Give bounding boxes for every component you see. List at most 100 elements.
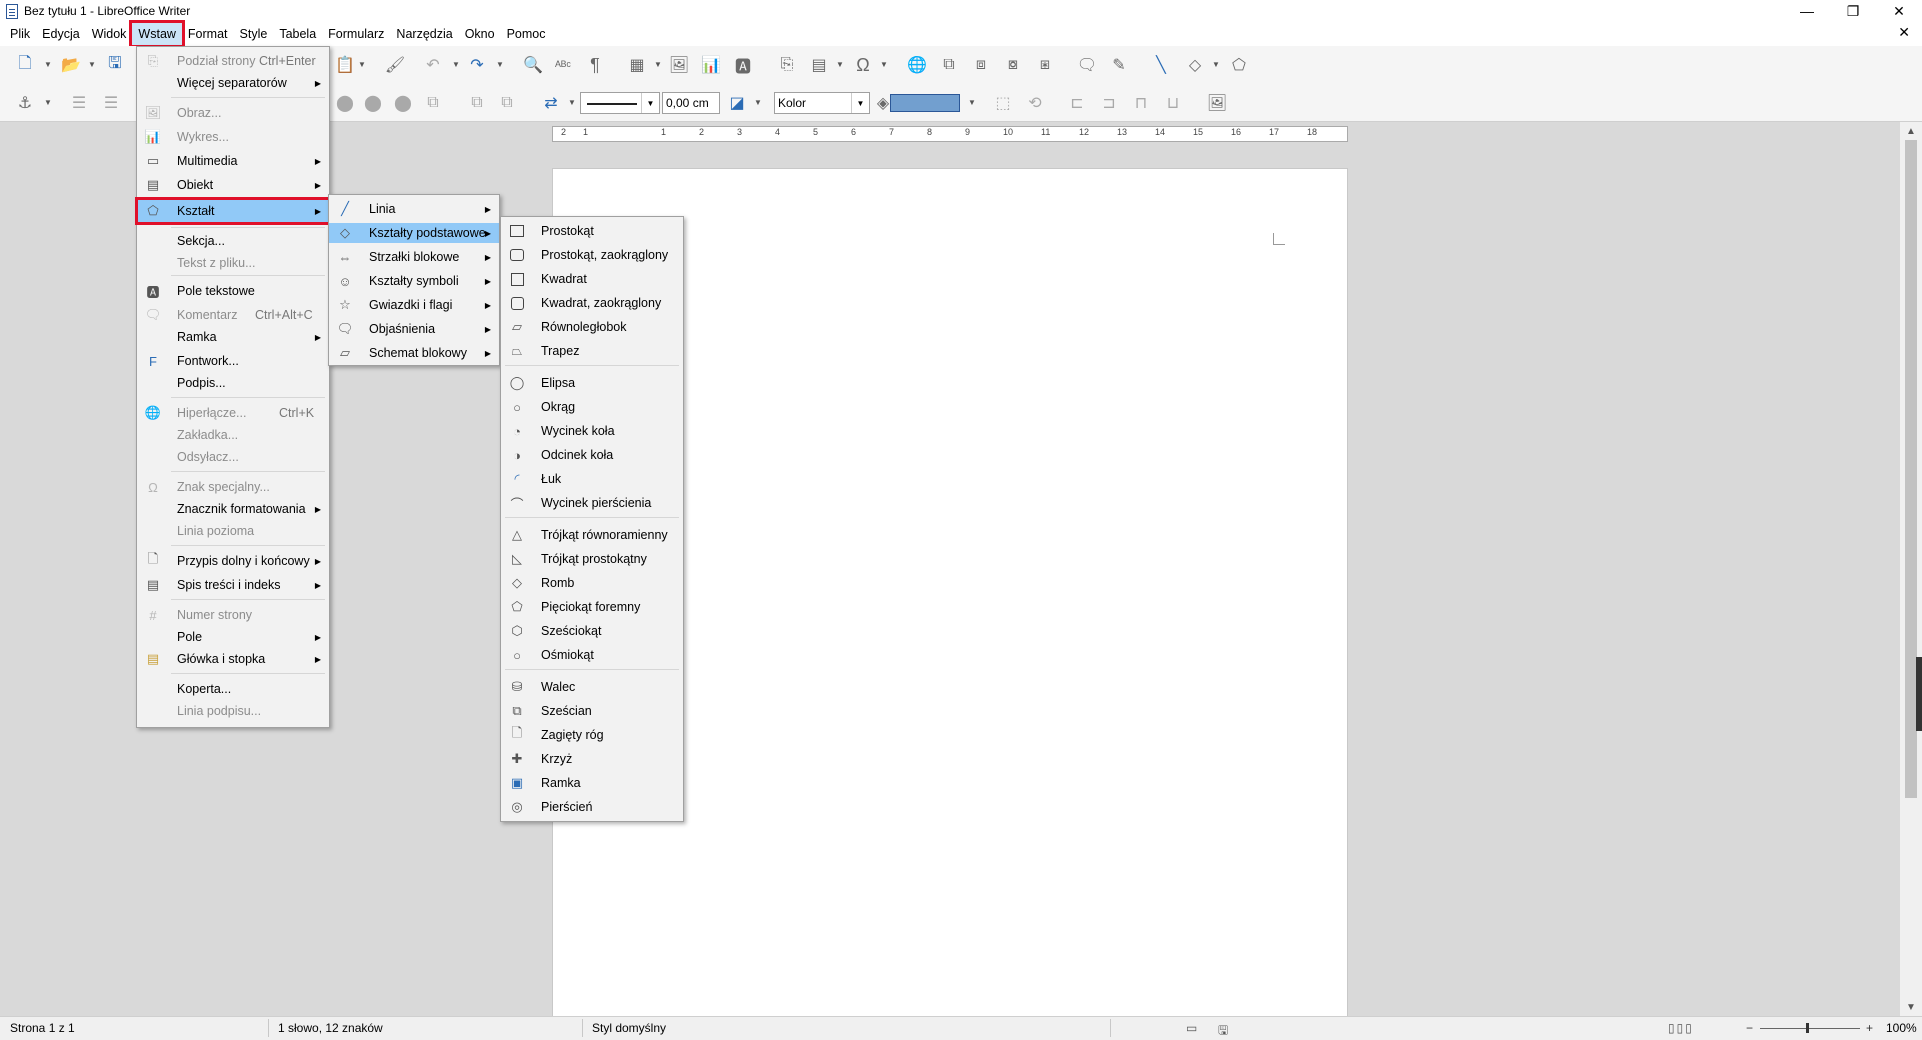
zoom-level[interactable]: 100% — [1886, 1021, 1917, 1035]
insert-textbox-icon[interactable]: 🅰 — [732, 54, 754, 76]
menu-formularz[interactable]: Formularz — [322, 23, 390, 45]
zoom-in-icon[interactable]: + — [1866, 1021, 1873, 1035]
submenu-item-callouts[interactable]: 🗨 Objaśnienia ▶ — [329, 319, 499, 339]
wrap-off-icon[interactable]: ☰ — [68, 92, 90, 114]
submenu-item-basic-shapes[interactable]: ◇ Kształty podstawowe ▶ — [329, 223, 499, 243]
wrap-on-icon[interactable]: ☰ — [100, 92, 122, 114]
shapes-dropdown-icon[interactable]: ▼ — [1212, 60, 1220, 69]
sidebar-grip[interactable] — [1916, 657, 1922, 731]
vertical-scrollbar[interactable]: ▲ ▼ — [1900, 122, 1922, 1016]
zoom-slider[interactable] — [1760, 1028, 1860, 1029]
menu-style[interactable]: Style — [234, 23, 274, 45]
shape-square[interactable]: Kwadrat — [501, 269, 683, 289]
draw-functions-icon[interactable]: ⬠ — [1228, 54, 1250, 76]
menu-item-section[interactable]: Sekcja... — [137, 231, 329, 251]
shape-right-triangle[interactable]: ◺ Trójkąt prostokątny — [501, 549, 683, 569]
scroll-up-icon[interactable]: ▲ — [1900, 122, 1922, 140]
shape-ring[interactable]: ◎ Pierścień — [501, 797, 683, 817]
view-layout-icons[interactable]: ▯▯▯ — [1668, 1021, 1694, 1035]
menu-item-chart[interactable]: 📊 Wykres... — [137, 127, 329, 147]
shape-octagon[interactable]: ○ Ośmiokąt — [501, 645, 683, 665]
menu-item-image[interactable]: 🖼 Obraz... — [137, 103, 329, 123]
table-dropdown-icon[interactable]: ▼ — [654, 60, 662, 69]
menu-item-comment[interactable]: 🗨 Komentarz Ctrl+Alt+C — [137, 305, 329, 325]
menu-item-horizontal-line[interactable]: Linia pozioma — [137, 521, 329, 541]
shape-cube[interactable]: ⧉ Sześcian — [501, 701, 683, 721]
line-ends-dropdown-icon[interactable]: ▼ — [568, 98, 576, 107]
fill-style-dropdown-icon[interactable]: ▼ — [851, 93, 869, 113]
close-document-button[interactable]: ✕ — [1898, 24, 1910, 41]
shape-hexagon[interactable]: ⬡ Sześciokąt — [501, 621, 683, 641]
insert-line-icon[interactable]: ╲ — [1150, 54, 1172, 76]
align-top-icon[interactable]: ⊓ — [1130, 92, 1152, 114]
fill-style-select[interactable]: Kolor ▼ — [774, 92, 870, 114]
menu-item-text-box[interactable]: 🅰 Pole tekstowe — [137, 281, 329, 301]
zoom-slider-handle[interactable] — [1806, 1023, 1809, 1033]
close-window-button[interactable]: ✕ — [1876, 0, 1922, 22]
menu-item-text-from-file[interactable]: Tekst z pliku... — [137, 253, 329, 273]
menu-item-multimedia[interactable]: ▭ Multimedia ▶ — [137, 151, 329, 171]
shape-cylinder[interactable]: ⛁ Walec — [501, 677, 683, 697]
wrap-left-icon[interactable]: ⬤ — [362, 92, 384, 114]
insert-picture-icon[interactable]: 🖼 — [1206, 92, 1228, 114]
selection-mode-icon[interactable]: ▭ — [1186, 1021, 1197, 1035]
submenu-item-symbol-shapes[interactable]: ☺ Kształty symboli ▶ — [329, 271, 499, 291]
menu-item-fontwork[interactable]: F Fontwork... — [137, 351, 329, 371]
shape-diamond[interactable]: ◇ Romb — [501, 573, 683, 593]
align-bottom-icon[interactable]: ⊔ — [1162, 92, 1184, 114]
menu-item-shape[interactable]: ⬠ Kształt ▶ — [135, 197, 331, 225]
arrange-icon[interactable]: ⧉ — [422, 92, 444, 114]
shape-circle-pie[interactable]: ◔ Wycinek koła — [501, 421, 683, 441]
menu-item-toc-index[interactable]: ▤ Spis treści i indeks ▶ — [137, 575, 329, 595]
save-icon[interactable]: 🖫 — [104, 54, 126, 76]
scroll-down-icon[interactable]: ▼ — [1900, 998, 1922, 1016]
menu-item-footnote-endnote[interactable]: 🗋 Przypis dolny i końcowy ▶ — [137, 551, 329, 571]
horizontal-ruler[interactable]: 1 2 1 2 3 4 5 6 7 8 9 10 11 12 13 14 15 … — [552, 126, 1348, 142]
line-style-dropdown-icon[interactable]: ▼ — [641, 93, 659, 113]
menu-item-bookmark[interactable]: Zakładka... — [137, 425, 329, 445]
menu-plik[interactable]: Plik — [4, 23, 36, 45]
menu-wstaw[interactable]: Wstaw — [129, 20, 185, 48]
shape-frame[interactable]: ▣ Ramka — [501, 773, 683, 793]
shape-isosceles-triangle[interactable]: △ Trójkąt równoramienny — [501, 525, 683, 545]
cross-reference-icon[interactable]: ⧆ — [1034, 54, 1056, 76]
shape-cross[interactable]: ✚ Krzyż — [501, 749, 683, 769]
menu-edycja[interactable]: Edycja — [36, 23, 86, 45]
bring-front-icon[interactable]: ⧉ — [466, 92, 488, 114]
line-ends-icon[interactable]: ⇄ — [540, 92, 562, 114]
menu-narzedzia[interactable]: Narzędzia — [390, 23, 458, 45]
shape-block-arc[interactable]: ⌒ Wycinek pierścienia — [501, 493, 683, 513]
field-dropdown-icon[interactable]: ▼ — [836, 60, 844, 69]
hyperlink-icon[interactable]: 🌐 — [906, 54, 928, 76]
restore-button[interactable]: ❐ — [1830, 0, 1876, 22]
send-back-icon[interactable]: ⧉ — [496, 92, 518, 114]
spelling-icon[interactable]: ᴬᴮᶜ — [552, 54, 574, 76]
shape-circle-segment[interactable]: ◑ Odcinek koła — [501, 445, 683, 465]
menu-format[interactable]: Format — [182, 23, 234, 45]
basic-shapes-icon[interactable]: ◇ — [1184, 54, 1206, 76]
line-color-dropdown-icon[interactable]: ▼ — [754, 98, 762, 107]
zoom-out-icon[interactable]: − — [1746, 1021, 1753, 1035]
page-break-icon[interactable]: ⎘ — [776, 54, 798, 76]
menu-item-envelope[interactable]: Koperta... — [137, 679, 329, 699]
insert-field-icon[interactable]: ▤ — [808, 54, 830, 76]
line-style-select[interactable]: ▼ — [580, 92, 660, 114]
special-char-dropdown-icon[interactable]: ▼ — [880, 60, 888, 69]
insert-table-icon[interactable]: ▦ — [626, 54, 648, 76]
menu-item-page-number[interactable]: # Numer strony — [137, 605, 329, 625]
new-document-icon[interactable]: 🗋 — [14, 54, 36, 76]
endnote-icon[interactable]: ⧈ — [970, 54, 992, 76]
fill-color-swatch[interactable] — [890, 94, 960, 112]
footnote-icon[interactable]: ⧉ — [938, 54, 960, 76]
insert-image-icon[interactable]: 🖼 — [668, 54, 690, 76]
paste-dropdown-icon[interactable]: ▼ — [358, 60, 366, 69]
shape-ellipse[interactable]: ◯ Elipsa — [501, 373, 683, 393]
menu-item-field[interactable]: Pole ▶ — [137, 627, 329, 647]
paste-icon[interactable]: 📋 — [334, 54, 356, 76]
menu-item-header-footer[interactable]: ▤ Główka i stopka ▶ — [137, 649, 329, 669]
new-dropdown-icon[interactable]: ▼ — [44, 60, 52, 69]
line-color-icon[interactable]: ◪ — [726, 92, 748, 114]
menu-okno[interactable]: Okno — [459, 23, 501, 45]
anchor-icon[interactable]: ⚓ — [14, 92, 36, 114]
menu-item-hyperlink[interactable]: 🌐 Hiperłącze... Ctrl+K — [137, 403, 329, 423]
